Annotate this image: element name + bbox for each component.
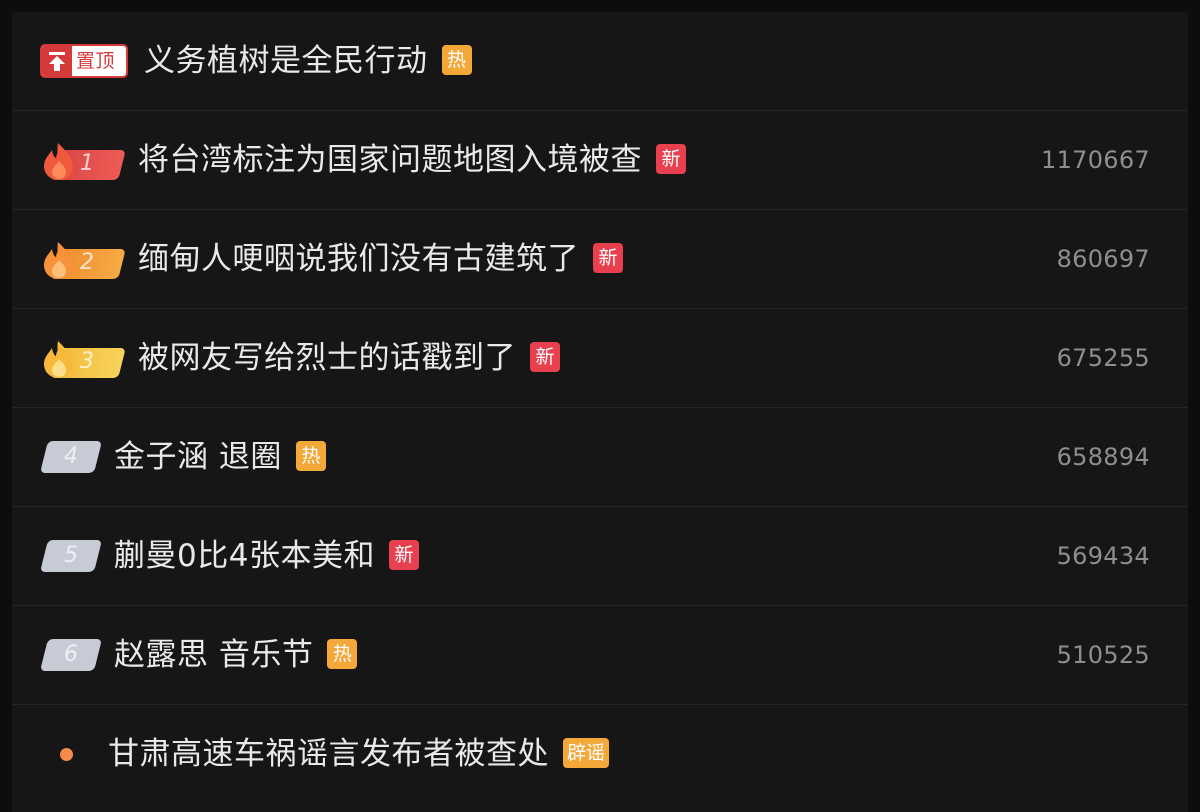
rank-number: 1 bbox=[80, 151, 94, 176]
rank-badge-4: 4 bbox=[40, 441, 102, 473]
rank-badge-6: 6 bbox=[40, 639, 102, 671]
rank-badge-2: 2 bbox=[40, 240, 126, 280]
flame-icon bbox=[44, 341, 73, 378]
pinned-title-text: 义务植树是全民行动 bbox=[144, 43, 428, 79]
hot-count: 860697 bbox=[1056, 245, 1150, 273]
item-title: 赵露思 音乐节热 bbox=[114, 606, 358, 705]
hot-count: 510525 bbox=[1056, 641, 1150, 669]
rank-number: 2 bbox=[80, 250, 94, 275]
hot-tag: 热 bbox=[441, 44, 472, 75]
item-title-text: 将台湾标注为国家问题地图入境被查 bbox=[138, 142, 642, 178]
pinned-title: 义务植树是全民行动热 bbox=[144, 12, 472, 111]
item-title: 将台湾标注为国家问题地图入境被查新 bbox=[138, 111, 686, 210]
hot-count: 1170667 bbox=[1041, 146, 1150, 174]
rank-badge-5: 5 bbox=[40, 540, 102, 572]
pinned-badge: 置顶 bbox=[40, 44, 128, 78]
rumor-tag: 辟谣 bbox=[563, 737, 610, 768]
hot-count: 658894 bbox=[1056, 443, 1150, 471]
hot-count: 569434 bbox=[1056, 542, 1150, 570]
new-tag: 新 bbox=[530, 341, 560, 372]
item-title-text: 金子涵 退圈 bbox=[114, 439, 282, 475]
item-title-text: 缅甸人哽咽说我们没有古建筑了 bbox=[138, 241, 579, 277]
rank-number: 5 bbox=[64, 543, 78, 568]
hot-item-5[interactable]: 5 蒯曼0比4张本美和新 569434 bbox=[12, 507, 1188, 606]
hot-count: 675255 bbox=[1056, 344, 1150, 372]
bullet-dot-icon bbox=[60, 748, 73, 761]
hot-item-1[interactable]: 1 将台湾标注为国家问题地图入境被查新 1170667 bbox=[12, 111, 1188, 210]
flame-icon bbox=[44, 242, 73, 279]
hot-item-3[interactable]: 3 被网友写给烈士的话戳到了新 675255 bbox=[12, 309, 1188, 408]
rank-badge-3: 3 bbox=[40, 339, 126, 379]
rumor-title: 甘肃高速车祸谣言发布者被查处 辟谣 bbox=[108, 705, 610, 804]
hot-search-list: 置顶 义务植树是全民行动热 1 将台湾标注为国家问题地图入境被查新 117066… bbox=[12, 12, 1188, 812]
hot-tag: 热 bbox=[295, 440, 326, 471]
hot-item-2[interactable]: 2 缅甸人哽咽说我们没有古建筑了新 860697 bbox=[12, 210, 1188, 309]
item-title: 缅甸人哽咽说我们没有古建筑了新 bbox=[138, 210, 623, 309]
rank-badge-1: 1 bbox=[40, 141, 126, 181]
hot-item-4[interactable]: 4 金子涵 退圈热 658894 bbox=[12, 408, 1188, 507]
pinned-badge-label: 置顶 bbox=[76, 50, 116, 72]
rank-number: 6 bbox=[64, 642, 78, 667]
rumor-title-text: 甘肃高速车祸谣言发布者被查处 bbox=[108, 736, 549, 772]
rumor-item[interactable]: 甘肃高速车祸谣言发布者被查处 辟谣 bbox=[12, 705, 1188, 804]
hot-tag: 热 bbox=[327, 638, 358, 669]
item-title-text: 赵露思 音乐节 bbox=[114, 637, 314, 673]
flame-icon bbox=[44, 143, 73, 180]
pinned-item[interactable]: 置顶 义务植树是全民行动热 bbox=[12, 12, 1188, 111]
item-title-text: 被网友写给烈士的话戳到了 bbox=[138, 340, 516, 376]
item-title: 被网友写给烈士的话戳到了新 bbox=[138, 309, 560, 408]
new-tag: 新 bbox=[388, 539, 419, 570]
item-title-text: 蒯曼0比4张本美和 bbox=[114, 538, 375, 574]
rank-number: 3 bbox=[80, 349, 94, 374]
item-title: 金子涵 退圈热 bbox=[114, 408, 326, 507]
item-title: 蒯曼0比4张本美和新 bbox=[114, 507, 419, 606]
new-tag: 新 bbox=[656, 143, 686, 174]
new-tag: 新 bbox=[593, 242, 623, 273]
hot-item-6[interactable]: 6 赵露思 音乐节热 510525 bbox=[12, 606, 1188, 705]
pin-top-icon bbox=[42, 46, 72, 76]
rank-number: 4 bbox=[64, 444, 78, 469]
